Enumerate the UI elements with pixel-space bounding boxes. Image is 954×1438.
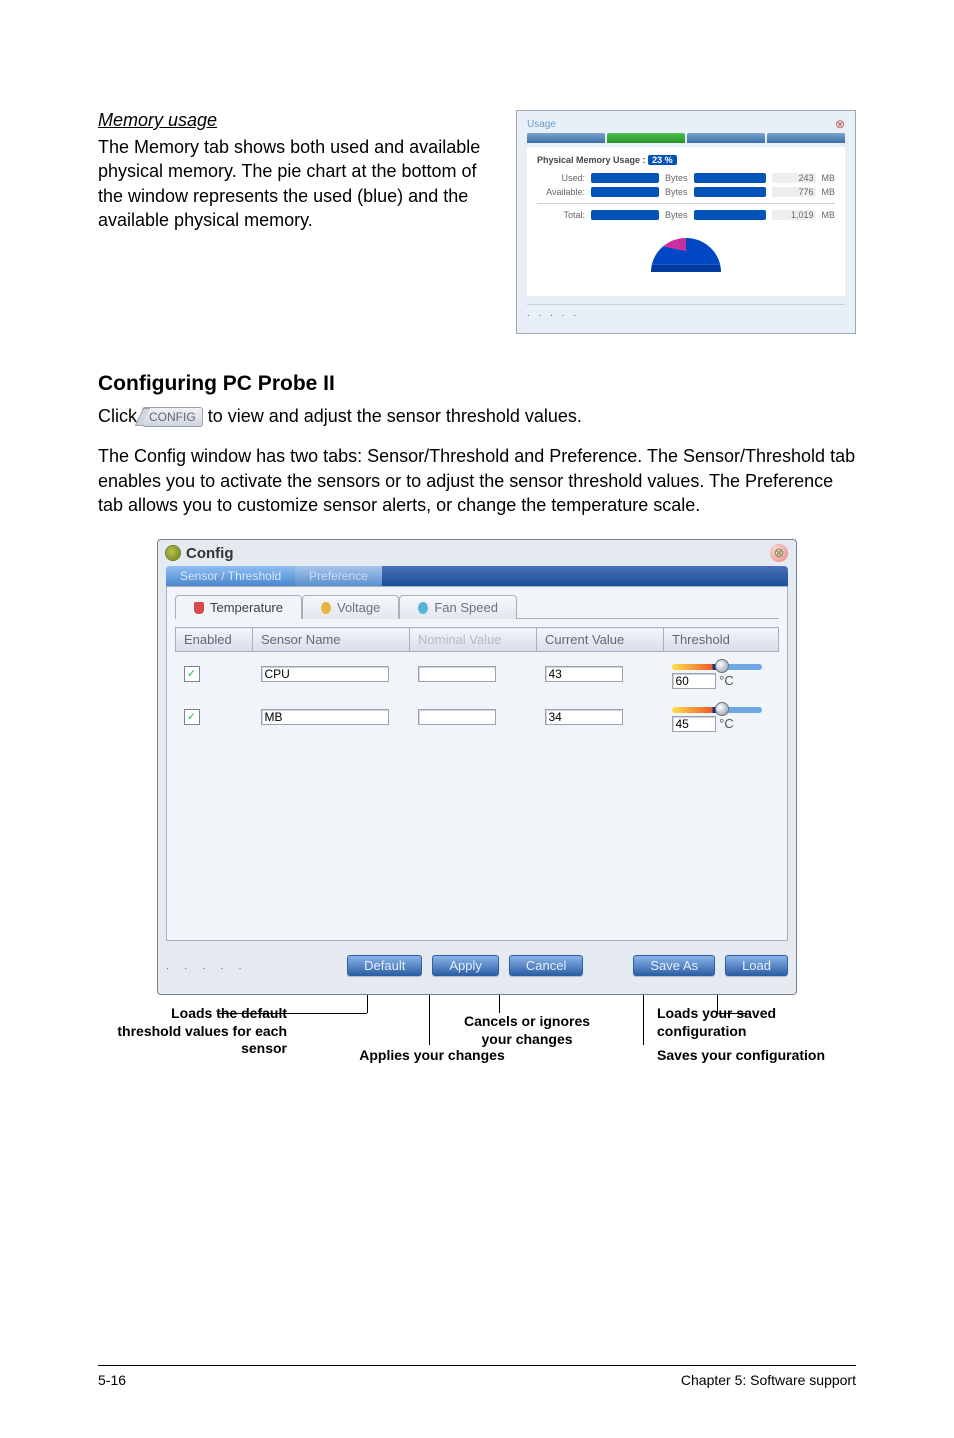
- mem-row-mbunit: MB: [822, 210, 836, 220]
- col-enabled: Enabled: [176, 628, 253, 652]
- mem-tab: [687, 133, 765, 143]
- default-button[interactable]: Default: [347, 955, 422, 976]
- table-row: ✓ °C: [176, 695, 779, 738]
- voltage-icon: [321, 602, 331, 614]
- memory-usage-heading: Memory usage: [98, 110, 502, 131]
- threshold-slider[interactable]: [672, 704, 762, 716]
- gear-icon: [166, 546, 180, 560]
- tab-fan-label: Fan Speed: [434, 600, 498, 615]
- unit-label: °C: [719, 673, 734, 688]
- decorative-dots: . . . . .: [166, 960, 248, 972]
- apply-button[interactable]: Apply: [432, 955, 499, 976]
- config-window: Config ⊗ Sensor / Threshold Preference T…: [157, 539, 797, 995]
- memory-app-title: Usage: [527, 119, 556, 130]
- thermometer-icon: [194, 602, 204, 614]
- fan-icon: [418, 602, 428, 614]
- callout-default: Loads the default threshold values for e…: [107, 1005, 287, 1058]
- callout-load: Loads your saved configuration: [657, 1005, 827, 1040]
- mem-row-label: Available:: [537, 187, 585, 197]
- sensor-name-input[interactable]: [261, 666, 389, 682]
- col-current: Current Value: [537, 628, 664, 652]
- memory-usage-paragraph: The Memory tab shows both used and avail…: [98, 135, 502, 232]
- tab-sensor-threshold[interactable]: Sensor / Threshold: [166, 566, 295, 586]
- memory-heading: Physical Memory Usage :: [537, 155, 646, 165]
- nominal-input[interactable]: [418, 709, 496, 725]
- cancel-button[interactable]: Cancel: [509, 955, 583, 976]
- col-sensor-name: Sensor Name: [253, 628, 410, 652]
- tab-voltage-label: Voltage: [337, 600, 380, 615]
- col-threshold: Threshold: [664, 628, 779, 652]
- threshold-slider[interactable]: [672, 661, 762, 673]
- current-input: [545, 709, 623, 725]
- memory-pie-chart: [651, 238, 721, 272]
- nominal-input[interactable]: [418, 666, 496, 682]
- save-as-button[interactable]: Save As: [633, 955, 715, 976]
- enabled-checkbox[interactable]: ✓: [184, 709, 200, 725]
- callout-apply: Applies your changes: [357, 1047, 507, 1065]
- enabled-checkbox[interactable]: ✓: [184, 666, 200, 682]
- table-row: ✓ °C: [176, 652, 779, 696]
- mem-row-unit: Bytes: [665, 187, 688, 197]
- memory-usage-screenshot: Usage ⊗ Physical Memory Usage : 23 % Use…: [516, 110, 856, 334]
- mem-row-mb: 776: [772, 187, 816, 197]
- mem-row-unit: Bytes: [665, 210, 688, 220]
- config-title: Config: [186, 545, 233, 562]
- mem-tab: [527, 133, 605, 143]
- tab-voltage[interactable]: Voltage: [302, 595, 399, 619]
- threshold-input[interactable]: [672, 673, 716, 689]
- col-nominal: Nominal Value: [410, 628, 537, 652]
- tab-fan-speed[interactable]: Fan Speed: [399, 595, 517, 619]
- decorative-dots: . . . . .: [527, 304, 845, 319]
- unit-label: °C: [719, 716, 734, 731]
- mem-tab-active: [607, 133, 685, 143]
- mem-row-unit: Bytes: [665, 173, 688, 183]
- mem-row-mbunit: MB: [822, 187, 836, 197]
- click-text-post: to view and adjust the sensor threshold …: [208, 406, 582, 426]
- close-icon[interactable]: ⊗: [770, 544, 788, 562]
- memory-heading-pct: 23 %: [648, 155, 677, 165]
- load-button[interactable]: Load: [725, 955, 788, 976]
- current-input: [545, 666, 623, 682]
- tab-temperature[interactable]: Temperature: [175, 595, 302, 619]
- threshold-input[interactable]: [672, 716, 716, 732]
- config-inline-button: CONFIG: [142, 407, 203, 427]
- mem-row-mbunit: MB: [822, 173, 836, 183]
- tab-temperature-label: Temperature: [210, 600, 283, 615]
- tab-preference[interactable]: Preference: [295, 566, 382, 586]
- mem-row-mb: 243: [772, 173, 816, 183]
- mem-row-mb: 1,019: [772, 210, 816, 220]
- footer-right: Chapter 5: Software support: [681, 1372, 856, 1388]
- sensor-name-input[interactable]: [261, 709, 389, 725]
- callout-cancel: Cancels or ignores your changes: [457, 1013, 597, 1048]
- callout-saveas: Saves your configuration: [657, 1047, 827, 1065]
- close-icon: ⊗: [835, 117, 845, 131]
- config-paragraph: The Config window has two tabs: Sensor/T…: [98, 444, 856, 517]
- configuring-heading: Configuring PC Probe II: [98, 372, 856, 396]
- mem-row-label: Used:: [537, 173, 585, 183]
- footer-left: 5-16: [98, 1372, 126, 1388]
- mem-row-label: Total:: [537, 210, 585, 220]
- mem-tab: [767, 133, 845, 143]
